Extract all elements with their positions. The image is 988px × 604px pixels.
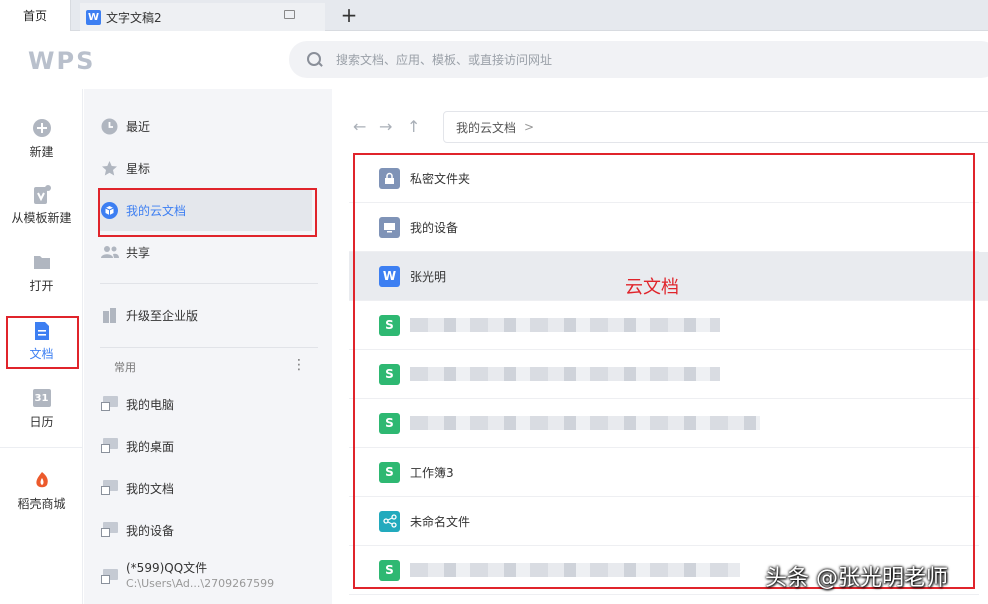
more-options-button[interactable]: ⋮ xyxy=(292,357,306,373)
nav-starred-label: 星标 xyxy=(126,161,151,176)
devices-shortcut-icon xyxy=(101,521,118,539)
main-panel: ← → ↑ 我的云文档 > 私密文件夹 我的设备 W 张光明 S S S S 工… xyxy=(333,89,988,604)
breadcrumb[interactable]: 我的云文档 > xyxy=(443,111,988,143)
nav-shared-label: 共享 xyxy=(126,245,151,260)
breadcrumb-separator: > xyxy=(524,120,535,134)
rail-docer-store-label: 稻壳商城 xyxy=(17,497,66,511)
rail-new-label: 新建 xyxy=(29,145,54,159)
rail-calendar-label: 日历 xyxy=(29,415,54,429)
new-tab-button[interactable]: + xyxy=(338,3,360,27)
rail-new[interactable]: 新建 xyxy=(0,119,83,160)
secondary-nav: 最近 星标 我的云文档 共享 升级至企业版 常用 ⋮ 我的电脑 我的桌面 我的文… xyxy=(84,89,332,604)
rail-template[interactable]: 从模板新建 xyxy=(0,185,83,226)
nav-divider-2 xyxy=(100,347,318,348)
nav-qq-files-text: (*599)QQ文件 C:\Users\Ad...\2709267599 xyxy=(126,561,274,591)
rail-template-label: 从模板新建 xyxy=(11,211,72,225)
computer-shortcut-icon xyxy=(101,395,118,413)
watermark: 头条 @张光明老师 xyxy=(765,566,948,591)
back-button[interactable]: ← xyxy=(353,117,366,136)
nav-recent[interactable]: 最近 xyxy=(101,111,301,141)
nav-my-devices[interactable]: 我的设备 xyxy=(101,515,301,545)
tab-document-label: 文字文稿2 xyxy=(106,10,162,25)
search-bar[interactable] xyxy=(289,41,988,78)
building-icon xyxy=(101,307,118,324)
nav-my-documents[interactable]: 我的文档 xyxy=(101,473,301,503)
nav-starred[interactable]: 星标 xyxy=(101,153,301,183)
annotation-box-cloud-docs xyxy=(98,188,317,237)
annotation-box-documents xyxy=(6,316,79,369)
tab-document[interactable]: W 文字文稿2 xyxy=(80,3,325,31)
word-doc-icon: W xyxy=(86,9,101,25)
nav-my-documents-label: 我的文档 xyxy=(126,481,175,496)
breadcrumb-cloud-docs[interactable]: 我的云文档 xyxy=(456,119,516,136)
nav-divider xyxy=(100,283,318,284)
folder-icon xyxy=(33,253,51,271)
nav-my-computer-label: 我的电脑 xyxy=(126,397,175,412)
rail-docer-store[interactable]: 稻壳商城 xyxy=(0,471,83,512)
rail-open[interactable]: 打开 xyxy=(0,253,83,294)
nav-upgrade-label: 升级至企业版 xyxy=(126,308,199,323)
calendar-icon: 31 xyxy=(32,389,51,407)
wps-logo: WPS xyxy=(28,47,96,75)
people-icon xyxy=(101,244,119,261)
rail-open-label: 打开 xyxy=(29,279,54,293)
breadcrumb-bar: ← → ↑ 我的云文档 > xyxy=(353,111,988,143)
common-section-label: 常用 xyxy=(114,361,136,374)
forward-button[interactable]: → xyxy=(379,117,392,136)
docer-store-icon xyxy=(33,471,51,489)
clock-icon xyxy=(101,118,118,135)
plus-circle-icon xyxy=(32,119,51,137)
rail-divider xyxy=(0,447,83,448)
nav-my-desktop[interactable]: 我的桌面 xyxy=(101,431,301,461)
nav-qq-files-path: C:\Users\Ad...\2709267599 xyxy=(126,577,275,590)
nav-my-computer[interactable]: 我的电脑 xyxy=(101,389,301,419)
qq-folder-shortcut-icon xyxy=(101,569,118,586)
search-icon xyxy=(307,52,322,67)
nav-qq-files[interactable]: (*599)QQ文件 C:\Users\Ad...\2709267599 xyxy=(101,553,301,595)
annotation-box-file-list xyxy=(353,153,975,589)
monitor-icon[interactable] xyxy=(284,10,295,19)
up-button[interactable]: ↑ xyxy=(407,117,420,136)
nav-upgrade[interactable]: 升级至企业版 xyxy=(101,300,301,330)
nav-qq-files-label: (*599)QQ文件 xyxy=(126,561,208,575)
desktop-shortcut-icon xyxy=(101,437,118,455)
star-icon xyxy=(101,160,118,177)
left-rail: 新建 从模板新建 打开 文档 31 日历 稻壳商城 xyxy=(0,89,83,604)
nav-recent-label: 最近 xyxy=(126,119,151,134)
search-input[interactable] xyxy=(336,52,836,67)
tab-bar: 首页 W 文字文稿2 + xyxy=(0,0,988,31)
tab-home[interactable]: 首页 xyxy=(0,0,71,31)
nav-my-desktop-label: 我的桌面 xyxy=(126,439,175,454)
rail-calendar[interactable]: 31 日历 xyxy=(0,389,83,430)
header: WPS xyxy=(0,31,988,89)
documents-shortcut-icon xyxy=(101,479,118,497)
nav-my-devices-label: 我的设备 xyxy=(126,523,175,538)
nav-shared[interactable]: 共享 xyxy=(101,237,301,267)
template-icon xyxy=(33,185,51,204)
